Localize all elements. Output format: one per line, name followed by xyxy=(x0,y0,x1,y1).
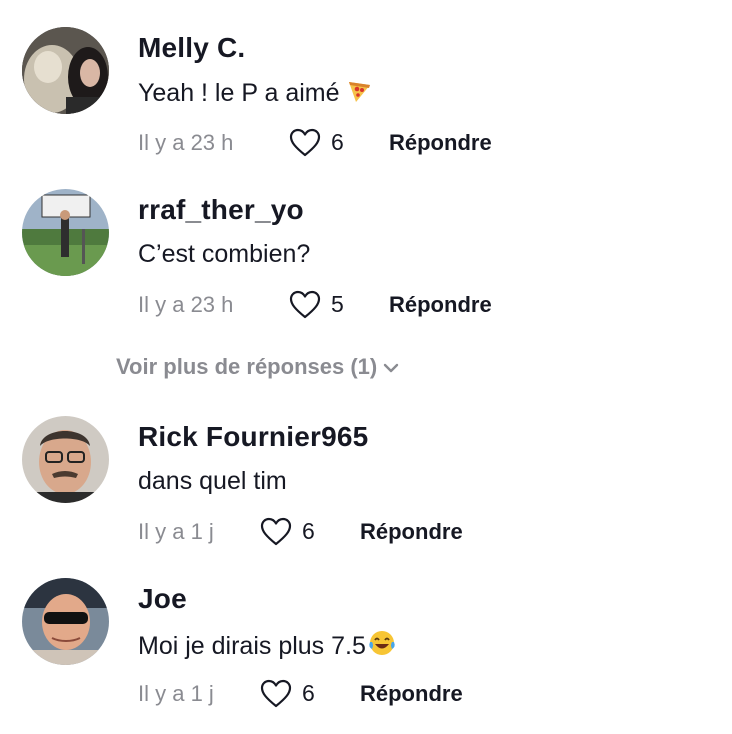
timestamp: Il y a 23 h xyxy=(138,130,234,155)
heart-icon xyxy=(289,128,321,157)
comment-meta: Il y a 23 h 6 Répondre xyxy=(138,127,638,161)
avatar-image xyxy=(22,416,109,503)
timestamp: Il y a 1 j xyxy=(138,519,214,544)
comment-meta: Il y a 1 j 6 Répondre xyxy=(138,516,638,550)
avatar[interactable] xyxy=(22,416,109,503)
avatar-image xyxy=(22,578,109,665)
view-more-replies-label: Voir plus de réponses (1) xyxy=(116,354,378,379)
timestamp: Il y a 23 h xyxy=(138,292,234,317)
heart-icon xyxy=(260,679,292,708)
laughing-tears-emoji-icon xyxy=(368,629,396,664)
like-count: 6 xyxy=(302,680,315,706)
pizza-emoji-icon xyxy=(346,78,372,111)
reply-button[interactable]: Répondre xyxy=(360,681,463,707)
comment-text: C’est combien? xyxy=(138,240,311,268)
heart-icon xyxy=(260,517,292,546)
username[interactable]: Joe xyxy=(138,583,187,615)
comment-text: Moi je dirais plus 7.5 xyxy=(138,629,396,664)
avatar[interactable] xyxy=(22,189,109,276)
comment-text: Yeah ! le P a aimé xyxy=(138,78,372,111)
comment-text: dans quel tim xyxy=(138,467,287,495)
comment-text-content: Moi je dirais plus 7.5 xyxy=(138,632,366,660)
comment-meta: Il y a 1 j 6 Répondre xyxy=(138,678,638,712)
username[interactable]: Rick Fournier965 xyxy=(138,421,368,453)
reply-button[interactable]: Répondre xyxy=(389,292,492,318)
like-count: 6 xyxy=(302,518,315,544)
comment-meta: Il y a 23 h 5 Répondre xyxy=(138,289,638,323)
username[interactable]: rraf_ther_yo xyxy=(138,194,304,226)
avatar[interactable] xyxy=(22,27,109,114)
timestamp: Il y a 1 j xyxy=(138,681,214,706)
chevron-down-icon xyxy=(384,363,399,373)
view-more-replies-button[interactable]: Voir plus de réponses (1) xyxy=(116,354,399,380)
reply-button[interactable]: Répondre xyxy=(360,519,463,545)
like-count: 5 xyxy=(331,291,344,317)
heart-icon xyxy=(289,290,321,319)
avatar-image xyxy=(22,189,109,276)
avatar-image xyxy=(22,27,109,114)
avatar[interactable] xyxy=(22,578,109,665)
comment-text-content: Yeah ! le P a aimé xyxy=(138,79,340,107)
like-count: 6 xyxy=(331,129,344,155)
username[interactable]: Melly C. xyxy=(138,32,245,64)
reply-button[interactable]: Répondre xyxy=(389,130,492,156)
